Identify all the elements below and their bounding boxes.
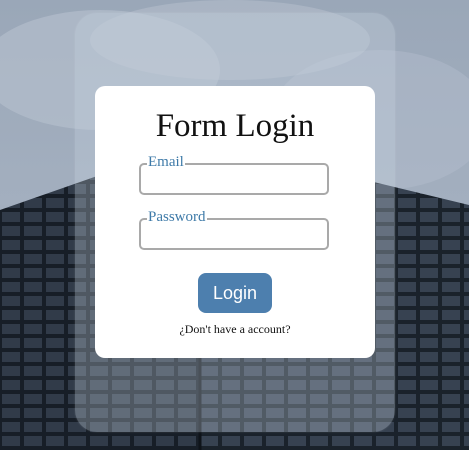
login-button[interactable]: Login — [198, 273, 272, 313]
login-card: Form Login Email Password Login ¿Don't h… — [95, 86, 375, 358]
email-label: Email — [147, 154, 185, 170]
email-field[interactable]: Email — [139, 154, 329, 195]
password-field[interactable]: Password — [139, 209, 329, 250]
page-title: Form Login — [155, 108, 315, 144]
signup-link[interactable]: ¿Don't have a account? — [95, 322, 375, 336]
password-label: Password — [147, 209, 207, 225]
